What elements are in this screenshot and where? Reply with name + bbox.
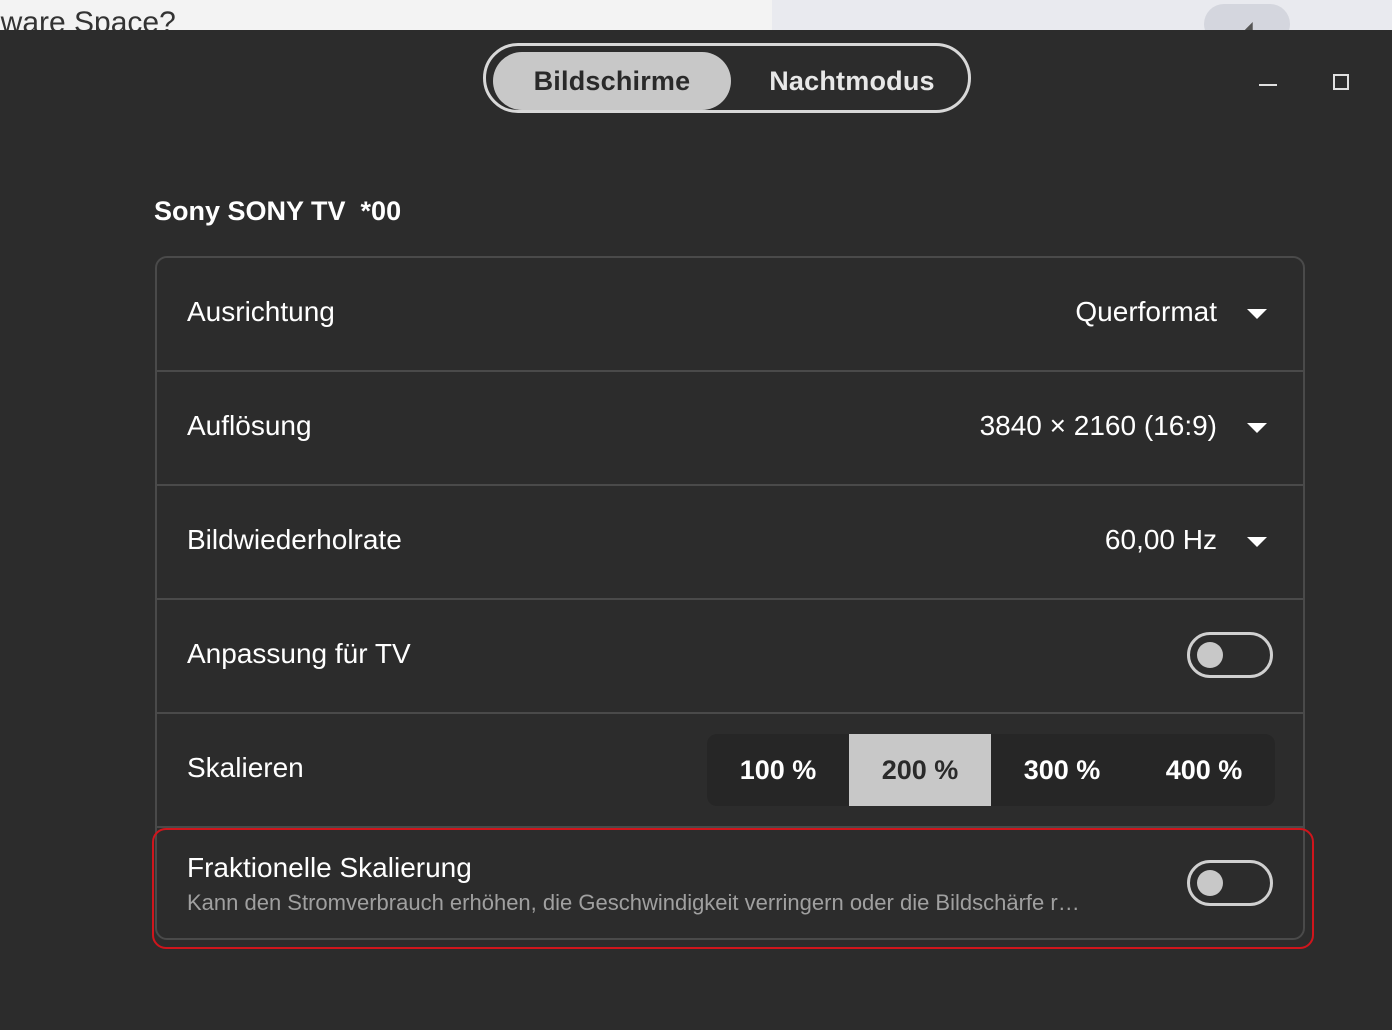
tab-bildschirme[interactable]: Bildschirme bbox=[493, 52, 731, 110]
background-window-button: ◢ bbox=[1204, 4, 1290, 30]
refresh-rate-value: 60,00 Hz bbox=[1104, 524, 1217, 555]
underscanning-toggle[interactable] bbox=[1187, 632, 1273, 678]
background-window-pane bbox=[772, 0, 1392, 30]
tab-nachtmodus[interactable]: Nachtmodus bbox=[738, 52, 966, 110]
orientation-label: Ausrichtung bbox=[187, 296, 335, 327]
display-settings-window: Bildschirme Nachtmodus Sony SONY TV *00 … bbox=[0, 30, 1392, 1030]
toggle-knob bbox=[1197, 870, 1223, 896]
refresh-rate-row[interactable]: Bildwiederholrate 60,00 Hz bbox=[157, 486, 1303, 600]
background-window: lware Space? ◢ bbox=[0, 0, 1392, 30]
fractional-scaling-description: Kann den Stromverbrauch erhöhen, die Ges… bbox=[187, 890, 1080, 915]
background-window-text: lware Space? bbox=[0, 6, 176, 30]
scale-option-400[interactable]: 400 % bbox=[1133, 734, 1275, 806]
chevron-down-icon bbox=[1247, 423, 1267, 433]
minimize-icon[interactable] bbox=[1259, 84, 1277, 86]
fractional-scaling-toggle[interactable] bbox=[1187, 860, 1273, 906]
orientation-value: Querformat bbox=[1075, 296, 1217, 327]
maximize-icon[interactable] bbox=[1333, 74, 1349, 90]
chevron-down-icon bbox=[1247, 309, 1267, 319]
orientation-row[interactable]: Ausrichtung Querformat bbox=[157, 258, 1303, 372]
scale-options: 100 % 200 % 300 % 400 % bbox=[707, 734, 1275, 806]
monitor-settings-card: Ausrichtung Querformat Auflösung 3840 × … bbox=[155, 256, 1305, 940]
resolution-row[interactable]: Auflösung 3840 × 2160 (16:9) bbox=[157, 372, 1303, 486]
view-switcher: Bildschirme Nachtmodus bbox=[483, 43, 971, 113]
underscanning-label: Anpassung für TV bbox=[187, 638, 411, 669]
resolution-value: 3840 × 2160 (16:9) bbox=[979, 410, 1217, 441]
refresh-rate-label: Bildwiederholrate bbox=[187, 524, 402, 555]
chevron-down-icon bbox=[1247, 537, 1267, 547]
toggle-knob bbox=[1197, 642, 1223, 668]
fractional-scaling-label: Fraktionelle Skalierung bbox=[187, 852, 472, 883]
underscanning-row: Anpassung für TV bbox=[157, 600, 1303, 714]
scale-option-100[interactable]: 100 % bbox=[707, 734, 849, 806]
resolution-label: Auflösung bbox=[187, 410, 312, 441]
fractional-scaling-row: Fraktionelle Skalierung Kann den Stromve… bbox=[157, 828, 1303, 938]
scale-label: Skalieren bbox=[187, 752, 304, 783]
scale-option-300[interactable]: 300 % bbox=[991, 734, 1133, 806]
arrow-icon: ◢ bbox=[1242, 18, 1253, 30]
scale-option-200[interactable]: 200 % bbox=[849, 734, 991, 806]
monitor-title: Sony SONY TV *00 bbox=[154, 196, 402, 226]
scale-row: Skalieren 100 % 200 % 300 % 400 % bbox=[157, 714, 1303, 828]
